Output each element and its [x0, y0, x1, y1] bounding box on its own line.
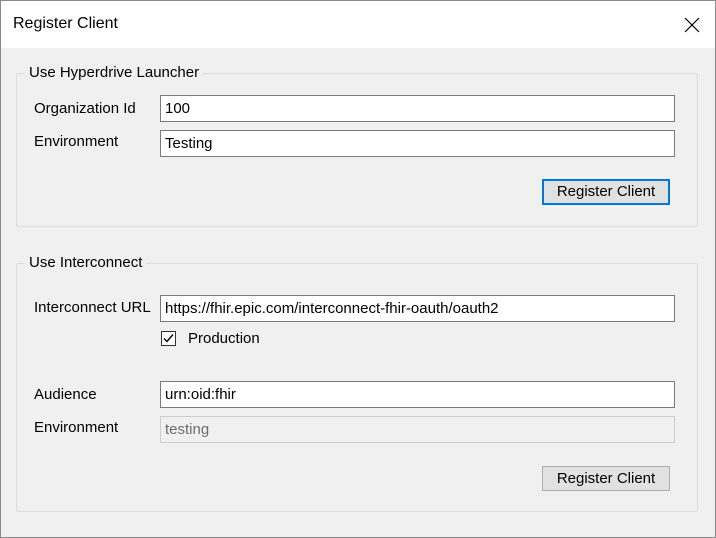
interconnect-url-field[interactable]: https://fhir.epic.com/interconnect-fhir-…	[160, 295, 675, 322]
interconnect-environment-label: Environment	[34, 419, 119, 436]
audience-label: Audience	[34, 386, 97, 403]
close-button[interactable]	[669, 1, 715, 48]
register-client-dialog: Register Client Use Hyperdrive Launcher …	[0, 0, 716, 538]
production-label[interactable]: Production	[188, 330, 260, 347]
production-checkbox[interactable]	[161, 331, 176, 346]
interconnect-url-label: Interconnect URL	[34, 299, 151, 316]
hyperdrive-environment-label: Environment	[34, 133, 119, 150]
close-icon	[684, 17, 700, 32]
organization-id-field[interactable]: 100	[160, 95, 675, 122]
hyperdrive-register-client-button[interactable]: Register Client	[542, 179, 670, 205]
interconnect-environment-field: testing	[160, 416, 675, 443]
audience-field[interactable]: urn:oid:fhir	[160, 381, 675, 408]
window-title: Register Client	[13, 15, 118, 32]
organization-id-label: Organization Id	[34, 100, 136, 117]
interconnect-legend: Use Interconnect	[25, 254, 147, 271]
checkmark-icon	[163, 334, 174, 343]
title-bar: Register Client	[1, 1, 715, 48]
interconnect-register-client-button[interactable]: Register Client	[542, 466, 670, 491]
hyperdrive-environment-field[interactable]: Testing	[160, 130, 675, 157]
hyperdrive-legend: Use Hyperdrive Launcher	[25, 64, 204, 81]
